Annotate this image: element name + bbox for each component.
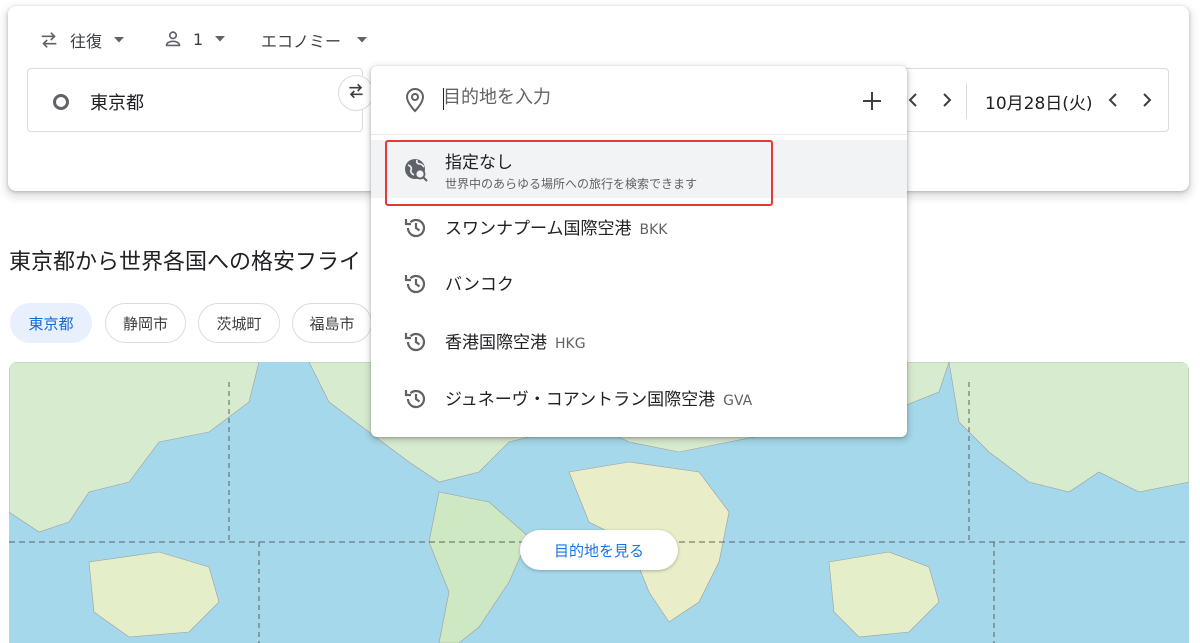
cabin-class-selector[interactable]: エコノミー: [261, 28, 368, 52]
destination-dropdown: 指定なし 世界中のあらゆる場所への旅行を検索できます スワンナプーム国際空港BK…: [371, 66, 907, 437]
caret-down-icon: [114, 37, 125, 43]
recent-item-gva[interactable]: ジュネーヴ・コアントラン国際空港 GVA: [371, 370, 907, 426]
swap-arrows-icon: [346, 81, 366, 105]
text-cursor: [443, 88, 444, 110]
recent-item-hkg[interactable]: 香港国際空港 HKG: [371, 313, 907, 369]
trip-type-label: 往復: [70, 32, 103, 51]
recent-item-name: スワンナプーム国際空港: [445, 219, 632, 239]
chip-origin-tokyo[interactable]: 東京都: [10, 303, 92, 343]
chevron-left-icon[interactable]: [906, 91, 920, 113]
origin-field[interactable]: 東京都: [27, 68, 363, 132]
caret-down-icon: [215, 36, 226, 42]
view-destinations-button[interactable]: 目的地を見る: [520, 530, 678, 570]
airport-code: BKK: [639, 222, 668, 238]
chip-ibaraki[interactable]: 茨城町: [198, 303, 280, 343]
chevron-left-icon[interactable]: [1106, 91, 1120, 113]
caret-down-icon: [357, 37, 368, 43]
person-icon: [162, 28, 184, 50]
history-icon: [403, 215, 429, 245]
recent-item-name: バンコク: [445, 275, 514, 295]
history-icon: [403, 271, 429, 301]
destination-input-row: [371, 66, 907, 135]
recent-item-bkk[interactable]: スワンナプーム国際空港 BKK: [371, 199, 907, 255]
destination-input[interactable]: [443, 87, 843, 108]
location-pin-icon: [404, 87, 426, 117]
explore-heading: 東京都から世界各国への格安フライ: [9, 250, 362, 275]
origin-value: 東京都: [90, 93, 144, 114]
return-date-value[interactable]: 10月28日(火): [985, 89, 1097, 114]
airport-code: GVA: [723, 393, 753, 409]
history-icon: [403, 386, 429, 416]
passenger-selector[interactable]: 1: [162, 28, 226, 50]
cabin-class-label: エコノミー: [261, 32, 342, 51]
recent-item-name: 香港国際空港: [445, 333, 547, 353]
date-divider: [966, 83, 967, 119]
highlight-box: [385, 140, 773, 206]
recent-item-bangkok[interactable]: バンコク: [371, 255, 907, 311]
chevron-right-icon[interactable]: [1140, 91, 1154, 113]
chevron-right-icon[interactable]: [940, 91, 954, 113]
passenger-count: 1: [193, 29, 204, 49]
airport-code: HKG: [555, 336, 586, 352]
chip-shizuoka[interactable]: 静岡市: [105, 303, 186, 343]
swap-arrows-icon: [38, 29, 60, 51]
history-icon: [403, 329, 429, 359]
recent-item-name: ジュネーヴ・コアントラン国際空港: [445, 390, 716, 410]
add-destination-plus-icon[interactable]: [861, 90, 883, 116]
swap-origin-destination-button[interactable]: [338, 75, 374, 111]
origin-circle-icon: [53, 94, 69, 110]
trip-type-selector[interactable]: 往復: [38, 28, 125, 52]
chip-fukushima[interactable]: 福島市: [292, 303, 372, 343]
